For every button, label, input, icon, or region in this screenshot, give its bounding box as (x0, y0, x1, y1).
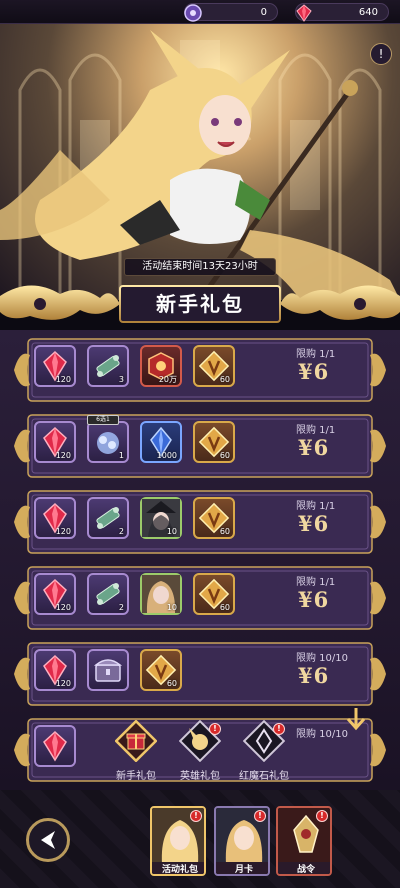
reward-item[interactable]: 20万 (140, 345, 182, 387)
purchase-limit: 限购 1/1 (296, 425, 336, 436)
currency-gem-value: 640 (358, 7, 378, 18)
currency-orb-value: 0 (260, 7, 267, 18)
price-button[interactable]: ¥6 (298, 663, 329, 688)
price-button[interactable]: ¥6 (298, 359, 329, 384)
reward-item[interactable] (87, 649, 129, 691)
reward-quantity: 60 (219, 527, 230, 536)
reward-quantity: 60 (219, 375, 230, 384)
reward-quantity: 1 (118, 451, 124, 460)
reward-quantity: 120 (55, 451, 71, 460)
hero-background (0, 0, 400, 300)
reward-quantity: 10 (166, 527, 177, 536)
pack-row[interactable]: 120 2 10 60 限购 1/1 ¥6 (14, 565, 386, 631)
reward-quantity: 2 (118, 603, 124, 612)
reward-quantity: 120 (55, 603, 71, 612)
reward-quantity: 2 (118, 527, 124, 536)
red-gem-icon (296, 4, 312, 22)
reward-quantity: 20万 (158, 375, 177, 384)
red-stone-pack-alert-badge: ! (273, 723, 285, 735)
purchase-limit: 限购 10/10 (296, 653, 348, 664)
nav-event-packs-label: 活动礼包 (152, 862, 204, 874)
page-title: 新手礼包 (156, 292, 244, 316)
pack-row[interactable]: 120 60 限购 10/10 ¥6 (14, 641, 386, 707)
reward-quantity: 120 (55, 375, 71, 384)
reward-item[interactable]: 2 (87, 573, 129, 615)
purchase-limit: 限购 1/1 (296, 501, 336, 512)
pack-row[interactable]: 120 1 6选1 1000 60 限购 1/1 ¥6 (14, 413, 386, 479)
reward-item[interactable]: 60 (193, 421, 235, 463)
currency-bar: 0 640 (0, 0, 400, 24)
reward-item[interactable]: 120 (34, 421, 76, 463)
choose-one-badge: 6选1 (87, 415, 119, 425)
event-timer: 活动结束时间13天23小时 (124, 258, 276, 276)
reward-item[interactable]: 2 (87, 497, 129, 539)
reward-item[interactable]: 120 (34, 573, 76, 615)
reward-item[interactable]: 10 (140, 573, 182, 615)
pack-row[interactable]: 120 2 10 60 限购 1/1 ¥6 (14, 489, 386, 555)
scroll-down-arrow-icon[interactable] (343, 706, 369, 734)
reward-quantity: 60 (219, 451, 230, 460)
tab-red-stone-pack-label: 红魔石礼包 (239, 771, 289, 782)
reward-quantity: 3 (118, 375, 124, 384)
tab-hero-pack[interactable]: ! 英雄礼包 (170, 720, 230, 790)
purchase-limit: 限购 1/1 (296, 577, 336, 588)
exclamation-icon: ! (378, 47, 384, 61)
monthly-card-alert-badge: ! (254, 810, 266, 822)
back-button[interactable] (26, 818, 70, 862)
reward-item[interactable]: 60 (193, 345, 235, 387)
event-packs-alert-badge: ! (190, 810, 202, 822)
reward-quantity: 120 (55, 679, 71, 688)
reward-item[interactable]: 3 (87, 345, 129, 387)
purple-orb-icon (184, 4, 202, 22)
category-tabs: 新手礼包 ! 英雄礼包 ! 红魔石礼包 (0, 720, 400, 790)
purchase-limit: 限购 1/1 (296, 349, 336, 360)
price-button[interactable]: ¥6 (298, 511, 329, 536)
shop-screen: 0 640 ! 活动结束时间13天23小时 新手礼包 120 3 20万 60 限购 1… (0, 0, 400, 888)
hero-pack-alert-badge: ! (209, 723, 221, 735)
nav-monthly-card[interactable]: ! 月卡 (214, 806, 270, 876)
reward-quantity: 1000 (156, 451, 177, 460)
reward-item[interactable]: 120 (34, 649, 76, 691)
tab-red-stone-pack[interactable]: ! 红魔石礼包 (234, 720, 294, 790)
reward-item[interactable]: 10 (140, 497, 182, 539)
reward-item[interactable]: 1000 (140, 421, 182, 463)
nav-battle-pass-label: 战令 (278, 862, 330, 874)
reward-item[interactable]: 120 (34, 497, 76, 539)
nav-event-packs[interactable]: ! 活动礼包 (150, 806, 206, 876)
currency-orb[interactable]: 0 (184, 3, 278, 22)
elf-heroine-art (0, 30, 400, 300)
info-button[interactable]: ! (370, 43, 392, 65)
reward-item[interactable]: 120 (34, 345, 76, 387)
pack-row[interactable]: 120 3 20万 60 限购 1/1 ¥6 (14, 337, 386, 403)
reward-quantity: 60 (219, 603, 230, 612)
reward-quantity: 120 (55, 527, 71, 536)
back-arrow-icon (41, 831, 55, 849)
tab-newbie-pack[interactable]: 新手礼包 (106, 720, 166, 790)
reward-item[interactable]: 60 (140, 649, 182, 691)
currency-gem[interactable]: 640 (295, 3, 389, 22)
nav-battle-pass[interactable]: ! 战令 (276, 806, 332, 876)
gift-icon (115, 720, 157, 762)
reward-item[interactable]: 1 6选1 (87, 415, 129, 463)
price-button[interactable]: ¥6 (298, 587, 329, 612)
reward-quantity: 10 (166, 603, 177, 612)
reward-item[interactable]: 60 (193, 573, 235, 615)
treasure-chest-icon (93, 659, 123, 682)
battle-pass-alert-badge: ! (316, 810, 328, 822)
reward-item[interactable]: 60 (193, 497, 235, 539)
price-button[interactable]: ¥6 (298, 435, 329, 460)
nav-monthly-card-label: 月卡 (216, 862, 268, 874)
reward-quantity: 60 (166, 679, 177, 688)
